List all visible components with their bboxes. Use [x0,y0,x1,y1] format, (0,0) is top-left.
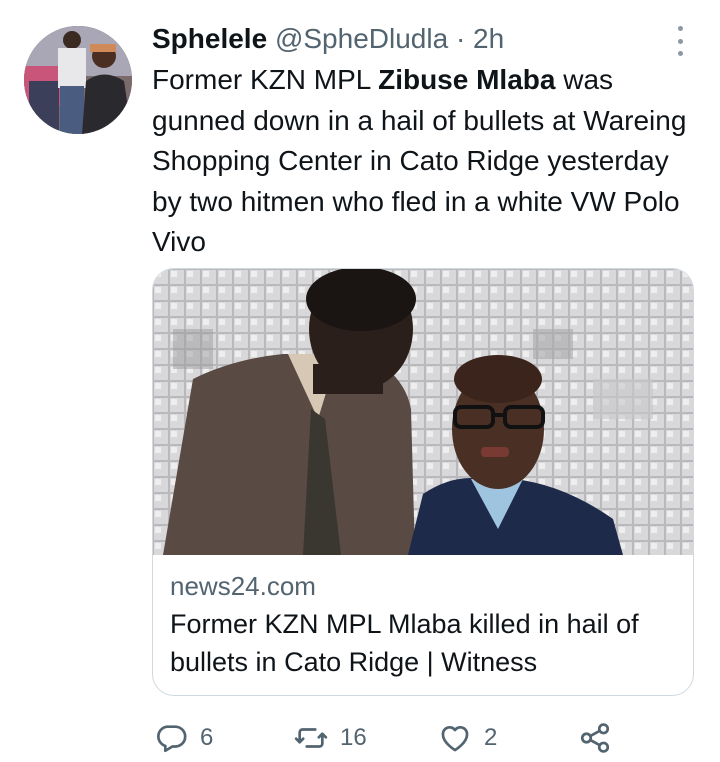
card-title[interactable]: Former KZN MPL Mlaba killed in hail of b… [170,605,680,681]
reply-icon [157,725,187,753]
share-icon [580,723,610,753]
separator-dot: · [455,23,466,54]
card-meta: news24.com Former KZN MPL Mlaba killed i… [170,569,680,681]
author-name[interactable]: Sphelele [152,23,267,54]
action-bar: 6 16 2 [154,718,694,758]
retweet-icon [294,728,328,748]
card-domain: news24.com [170,571,316,601]
retweet-count: 16 [340,724,367,751]
tweet-text: Former KZN MPL Zibuse Mlaba was gunned d… [152,60,692,263]
tweet-text-bold: Zibuse Mlaba [378,64,556,95]
tweet-timestamp[interactable]: 2h [473,23,504,54]
tweet-text-part: Former KZN MPL [152,64,379,95]
link-card[interactable]: news24.com Former KZN MPL Mlaba killed i… [152,268,694,696]
reply-button[interactable]: 6 [154,718,213,758]
author-handle[interactable]: @SpheDludla [275,23,448,54]
card-image [153,269,693,555]
like-icon [441,725,469,752]
avatar[interactable] [24,26,132,134]
retweet-button[interactable]: 16 [294,718,367,758]
more-icon[interactable] [668,26,692,56]
like-button[interactable]: 2 [438,718,497,758]
tweet-header: Sphelele @SpheDludla · 2h [152,22,504,56]
like-count: 2 [484,724,498,751]
share-button[interactable] [578,718,612,758]
reply-count: 6 [200,724,214,751]
